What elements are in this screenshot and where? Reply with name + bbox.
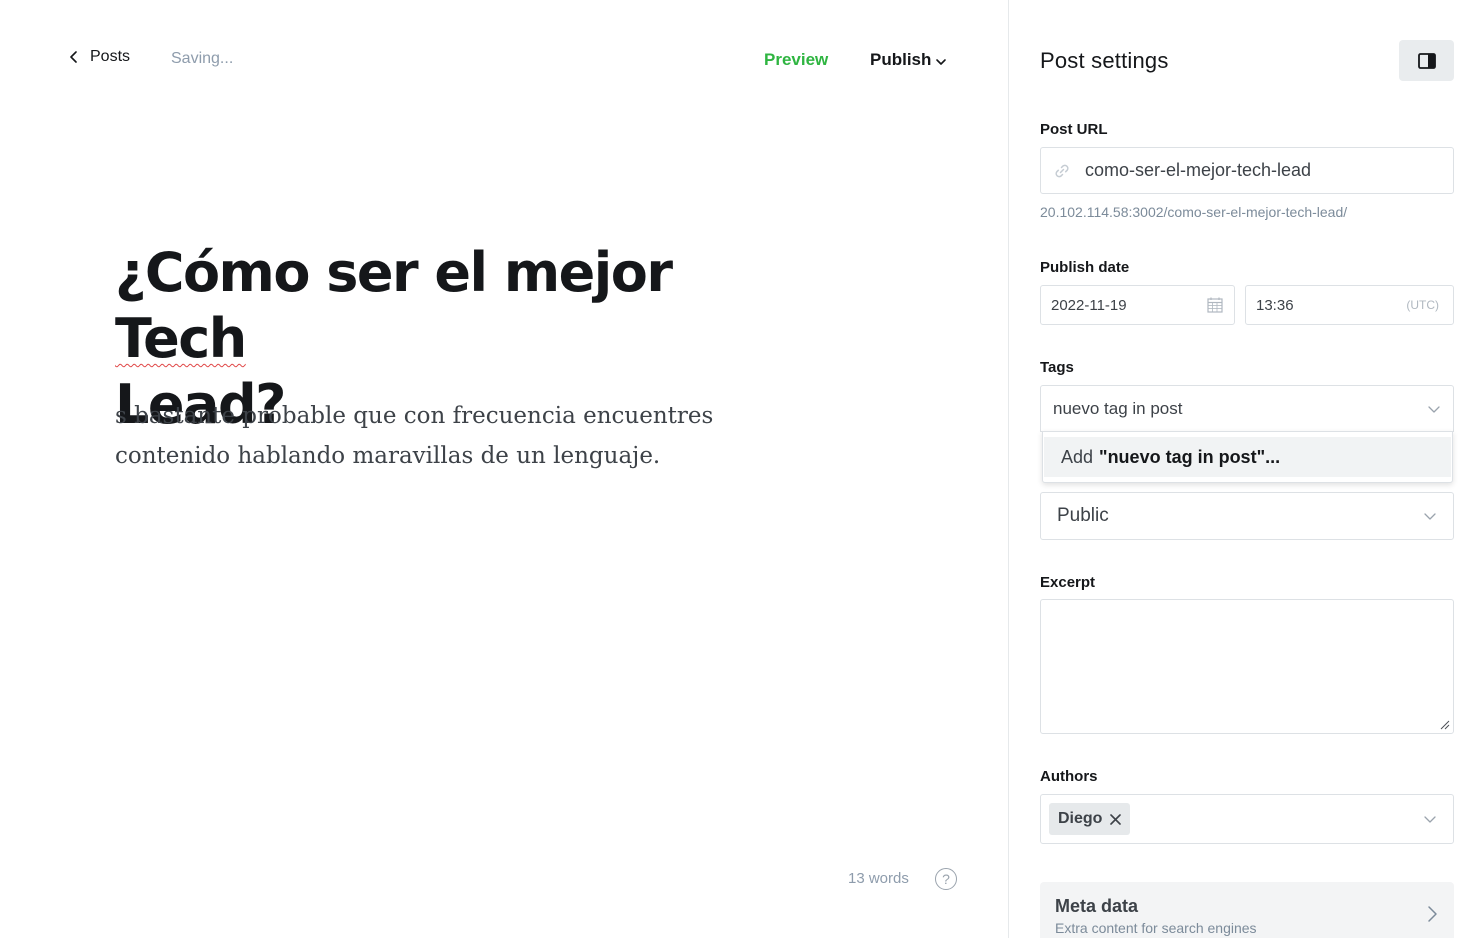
post-settings-panel: Post settings Post URL 20.102.114.58:300… [1008, 0, 1483, 938]
authors-field[interactable]: Diego [1040, 794, 1454, 844]
publish-button[interactable]: Publish [870, 50, 947, 70]
back-link-label: Posts [90, 48, 131, 65]
tags-field[interactable] [1040, 385, 1454, 432]
visibility-value: Public [1057, 505, 1109, 526]
close-icon[interactable] [1110, 813, 1122, 825]
tags-label: Tags [1040, 359, 1074, 376]
authors-label: Authors [1040, 768, 1098, 785]
sidebar-toggle-icon [1417, 52, 1436, 69]
help-icon: ? [942, 871, 950, 887]
post-url-input[interactable] [1085, 160, 1425, 181]
excerpt-label: Excerpt [1040, 574, 1096, 591]
meta-data-subtitle: Extra content for search engines [1055, 920, 1257, 936]
timezone-label: (UTC) [1406, 298, 1439, 312]
tags-input[interactable] [1053, 398, 1413, 419]
help-button[interactable]: ? [935, 868, 957, 890]
chevron-right-icon [1428, 906, 1437, 922]
meta-data-card[interactable]: Meta data Extra content for search engin… [1040, 882, 1454, 938]
resize-handle-icon[interactable] [1440, 720, 1450, 730]
preview-button[interactable]: Preview [764, 50, 828, 70]
tags-dropdown: Add "nuevo tag in post"... [1042, 431, 1453, 483]
chevron-left-icon [70, 51, 77, 63]
link-icon [1055, 164, 1069, 177]
add-tag-prefix: Add [1061, 446, 1094, 467]
chevron-down-icon [1424, 816, 1436, 823]
panel-title: Post settings [1040, 48, 1169, 73]
excerpt-textarea[interactable] [1051, 610, 1443, 723]
meta-data-title: Meta data [1055, 896, 1139, 916]
post-title-spellcheck-word: Tech [115, 307, 247, 370]
publish-label: Publish [870, 50, 932, 69]
author-name: Diego [1058, 810, 1103, 827]
excerpt-field[interactable] [1040, 599, 1454, 734]
word-count: 13 words [848, 870, 909, 887]
add-tag-value: "nuevo tag in post"... [1099, 446, 1281, 467]
post-url-field[interactable] [1040, 147, 1454, 194]
post-title-part1: ¿Cómo ser el mejor [115, 241, 673, 304]
chevron-down-icon [936, 58, 947, 65]
sidebar-toggle-button[interactable] [1399, 40, 1454, 81]
calendar-icon[interactable] [1206, 296, 1224, 314]
chevron-down-icon [1428, 405, 1440, 413]
publish-time-input[interactable] [1256, 296, 1386, 314]
publish-date-input[interactable] [1051, 296, 1181, 314]
post-url-preview: 20.102.114.58:3002/como-ser-el-mejor-tec… [1040, 204, 1348, 220]
publish-time-field[interactable]: (UTC) [1245, 285, 1454, 325]
add-tag-option[interactable]: Add "nuevo tag in post"... [1044, 437, 1451, 477]
post-body[interactable]: s bastante probable que con frecuencia e… [115, 396, 835, 476]
editor-topbar: Posts Saving... Preview Publish [0, 0, 1008, 120]
save-status: Saving... [171, 50, 234, 67]
author-chip[interactable]: Diego [1049, 803, 1131, 835]
visibility-select[interactable]: Public [1040, 492, 1454, 540]
chevron-down-icon [1424, 513, 1436, 520]
publish-date-field[interactable] [1040, 285, 1235, 325]
back-to-posts-link[interactable]: Posts [68, 48, 130, 66]
publish-date-label: Publish date [1040, 259, 1130, 276]
post-url-label: Post URL [1040, 121, 1108, 138]
editor-area: Posts Saving... Preview Publish ¿Cómo se… [0, 0, 1008, 938]
